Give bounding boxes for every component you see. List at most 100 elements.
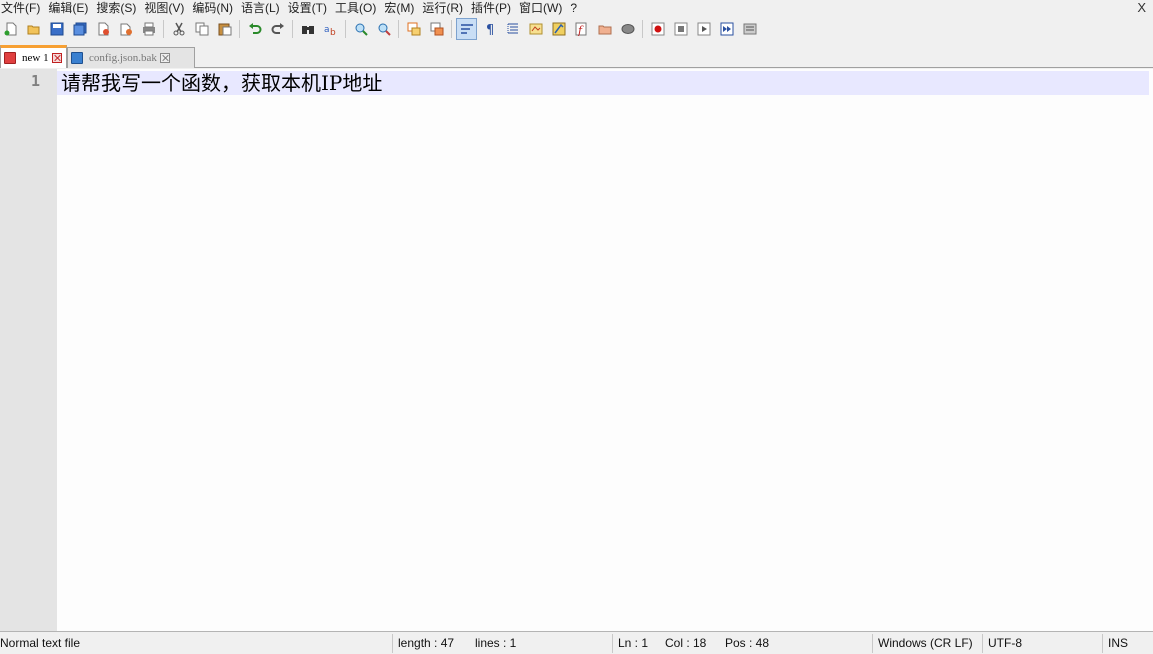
run-macro-multiple-button[interactable] xyxy=(716,18,737,40)
tab-new-1[interactable]: new 1 xyxy=(0,45,67,68)
replace-button[interactable]: ab xyxy=(320,18,341,40)
toolbar-separator xyxy=(345,20,346,38)
indent-guide-button[interactable] xyxy=(502,18,523,40)
print-button[interactable] xyxy=(138,18,159,40)
open-file-button[interactable] xyxy=(23,18,44,40)
record-macro-icon xyxy=(651,22,664,36)
save-macro-button[interactable] xyxy=(739,18,760,40)
open-file-icon xyxy=(27,25,39,35)
stop-macro-icon xyxy=(674,22,687,36)
menu-window[interactable]: 窗口(W) xyxy=(518,0,569,16)
editor[interactable]: 1 请帮我写一个函数，获取本机IP地址 xyxy=(0,69,1153,631)
copy-icon xyxy=(195,22,208,36)
menu-tools[interactable]: 工具(O) xyxy=(334,0,383,16)
record-macro-button[interactable] xyxy=(647,18,668,40)
status-divider xyxy=(1102,634,1103,653)
status-file-type: Normal text file xyxy=(0,636,81,650)
svg-text:b: b xyxy=(330,28,336,36)
show-all-chars-icon: ¶ xyxy=(486,23,494,36)
redo-button[interactable] xyxy=(267,18,288,40)
menu-run[interactable]: 运行(R) xyxy=(421,0,470,16)
run-macro-multiple-icon xyxy=(720,22,733,36)
tab-config-json-bak[interactable]: config.json.bak xyxy=(67,47,195,68)
sync-horizontal-button[interactable] xyxy=(426,18,447,40)
cut-icon xyxy=(173,22,184,36)
notepad-window: 文件(F) 编辑(E) 搜索(S) 视图(V) 编码(N) 语言(L) 设置(T… xyxy=(0,0,1153,654)
print-icon xyxy=(142,22,155,36)
play-macro-button[interactable] xyxy=(693,18,714,40)
find-icon xyxy=(301,26,314,34)
saved-file-icon xyxy=(71,52,83,64)
status-lines: lines : 1 xyxy=(475,636,517,650)
toolbar-separator xyxy=(451,20,452,38)
status-bar: Normal text file length : 47 lines : 1 L… xyxy=(0,631,1153,654)
new-file-icon xyxy=(4,22,16,36)
word-wrap-icon xyxy=(460,24,473,34)
zoom-out-icon xyxy=(378,23,391,36)
save-button[interactable] xyxy=(46,18,67,40)
tab-bar: new 1 config.json.bak xyxy=(0,44,1153,68)
menu-encoding[interactable]: 编码(N) xyxy=(191,0,240,16)
text-area[interactable]: 请帮我写一个函数，获取本机IP地址 xyxy=(57,69,1153,631)
close-button[interactable] xyxy=(92,18,113,40)
function-list-button[interactable]: f xyxy=(571,18,592,40)
save-all-button[interactable] xyxy=(69,18,90,40)
toolbar-separator xyxy=(292,20,293,38)
menu-help[interactable]: ? xyxy=(569,0,584,16)
new-file-button[interactable] xyxy=(0,18,21,40)
toolbar: ab ¶ f xyxy=(0,16,1153,42)
status-divider xyxy=(612,634,613,653)
copy-button[interactable] xyxy=(191,18,212,40)
menu-file[interactable]: 文件(F) xyxy=(0,0,47,16)
zoom-in-button[interactable] xyxy=(350,18,371,40)
folder-workspace-icon xyxy=(598,25,611,35)
svg-text:¶: ¶ xyxy=(486,23,494,36)
menu-macro[interactable]: 宏(M) xyxy=(383,0,421,16)
line-number-gutter: 1 xyxy=(0,69,57,631)
status-insert-mode[interactable]: INS xyxy=(1108,632,1128,654)
stop-macro-button[interactable] xyxy=(670,18,691,40)
undo-icon xyxy=(248,23,261,34)
status-ln: Ln : 1 xyxy=(618,636,649,650)
status-divider xyxy=(872,634,873,653)
line-text[interactable]: 请帮我写一个函数，获取本机IP地址 xyxy=(61,71,382,95)
sync-vertical-button[interactable] xyxy=(403,18,424,40)
menu-language[interactable]: 语言(L) xyxy=(240,0,287,16)
close-all-icon xyxy=(120,23,132,36)
show-all-chars-button[interactable]: ¶ xyxy=(479,18,500,40)
close-icon xyxy=(98,22,109,36)
zoom-out-button[interactable] xyxy=(373,18,394,40)
tab-label: config.json.bak xyxy=(89,52,157,64)
folder-workspace-button[interactable] xyxy=(594,18,615,40)
status-divider xyxy=(392,634,393,653)
word-wrap-button[interactable] xyxy=(456,18,477,40)
status-length: length : 47 xyxy=(398,636,455,650)
find-button[interactable] xyxy=(297,18,318,40)
undo-button[interactable] xyxy=(244,18,265,40)
status-divider xyxy=(982,634,983,653)
menu-view[interactable]: 视图(V) xyxy=(143,0,191,16)
menu-search[interactable]: 搜索(S) xyxy=(95,0,143,16)
menu-edit[interactable]: 编辑(E) xyxy=(47,0,95,16)
close-document-button[interactable]: X xyxy=(1135,0,1148,16)
tab-close-icon[interactable] xyxy=(51,53,62,63)
toolbar-separator xyxy=(642,20,643,38)
replace-icon: ab xyxy=(324,25,336,36)
close-all-button[interactable] xyxy=(115,18,136,40)
cut-button[interactable] xyxy=(168,18,189,40)
toolbar-separator xyxy=(239,20,240,38)
monitoring-button[interactable] xyxy=(617,18,638,40)
redo-icon xyxy=(271,23,284,34)
toolbar-separator xyxy=(163,20,164,38)
menu-settings[interactable]: 设置(T) xyxy=(287,0,334,16)
status-encoding[interactable]: UTF-8 xyxy=(988,632,1022,654)
function-list-icon: f xyxy=(575,22,586,36)
user-language-icon xyxy=(529,23,542,35)
document-map-button[interactable] xyxy=(548,18,569,40)
menu-plugins[interactable]: 插件(P) xyxy=(470,0,518,16)
tab-close-icon[interactable] xyxy=(159,53,170,63)
user-language-button[interactable] xyxy=(525,18,546,40)
indent-guide-icon xyxy=(507,23,518,34)
paste-button[interactable] xyxy=(214,18,235,40)
status-eol[interactable]: Windows (CR LF) xyxy=(878,632,973,654)
